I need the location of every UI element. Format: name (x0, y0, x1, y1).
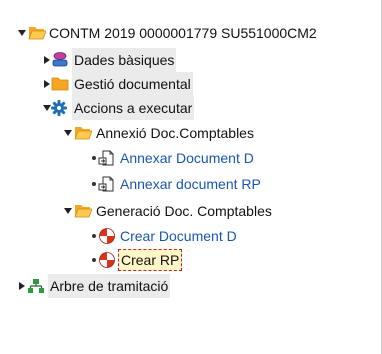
tree-node-label-selected[interactable]: Crear RP (118, 249, 183, 271)
gear-icon (51, 100, 69, 116)
tree-node-label[interactable]: Crear Document D (120, 224, 237, 248)
folder-open-icon (74, 125, 92, 141)
triangle-down-icon[interactable] (63, 121, 73, 145)
execute-icon (99, 252, 117, 268)
user-data-icon (51, 52, 69, 68)
tree-panel: CONTM 2019 0000001779 SU551000CM2 Dades … (0, 0, 382, 354)
triangle-down-icon[interactable] (17, 21, 27, 45)
triangle-right-icon[interactable] (17, 274, 27, 298)
hierarchy-icon (27, 278, 45, 294)
folder-open-icon (74, 203, 92, 219)
execute-icon (99, 228, 117, 244)
triangle-down-icon[interactable] (63, 199, 73, 223)
tree-node-label: Arbre de tramitació (48, 274, 171, 298)
tree-node-label[interactable]: Annexar Document D (120, 146, 254, 170)
tree-node-label: Annexió Doc.Comptables (96, 125, 254, 141)
document-icon (98, 150, 116, 166)
bullet-icon (89, 248, 99, 272)
document-icon (98, 176, 116, 192)
tree-node-label: Gestió documental (72, 72, 193, 96)
tree-node-label: Accions a executar (72, 96, 195, 120)
tree-node-label: CONTM 2019 0000001779 SU551000CM2 (49, 25, 317, 41)
folder-icon (51, 76, 69, 92)
tree-node-label: Generació Doc. Comptables (96, 203, 272, 219)
bullet-icon (89, 224, 99, 248)
folder-open-icon (28, 25, 46, 41)
tree-node-label: Dades bàsiques (72, 48, 177, 72)
tree-node-label[interactable]: Annexar document RP (120, 172, 261, 196)
